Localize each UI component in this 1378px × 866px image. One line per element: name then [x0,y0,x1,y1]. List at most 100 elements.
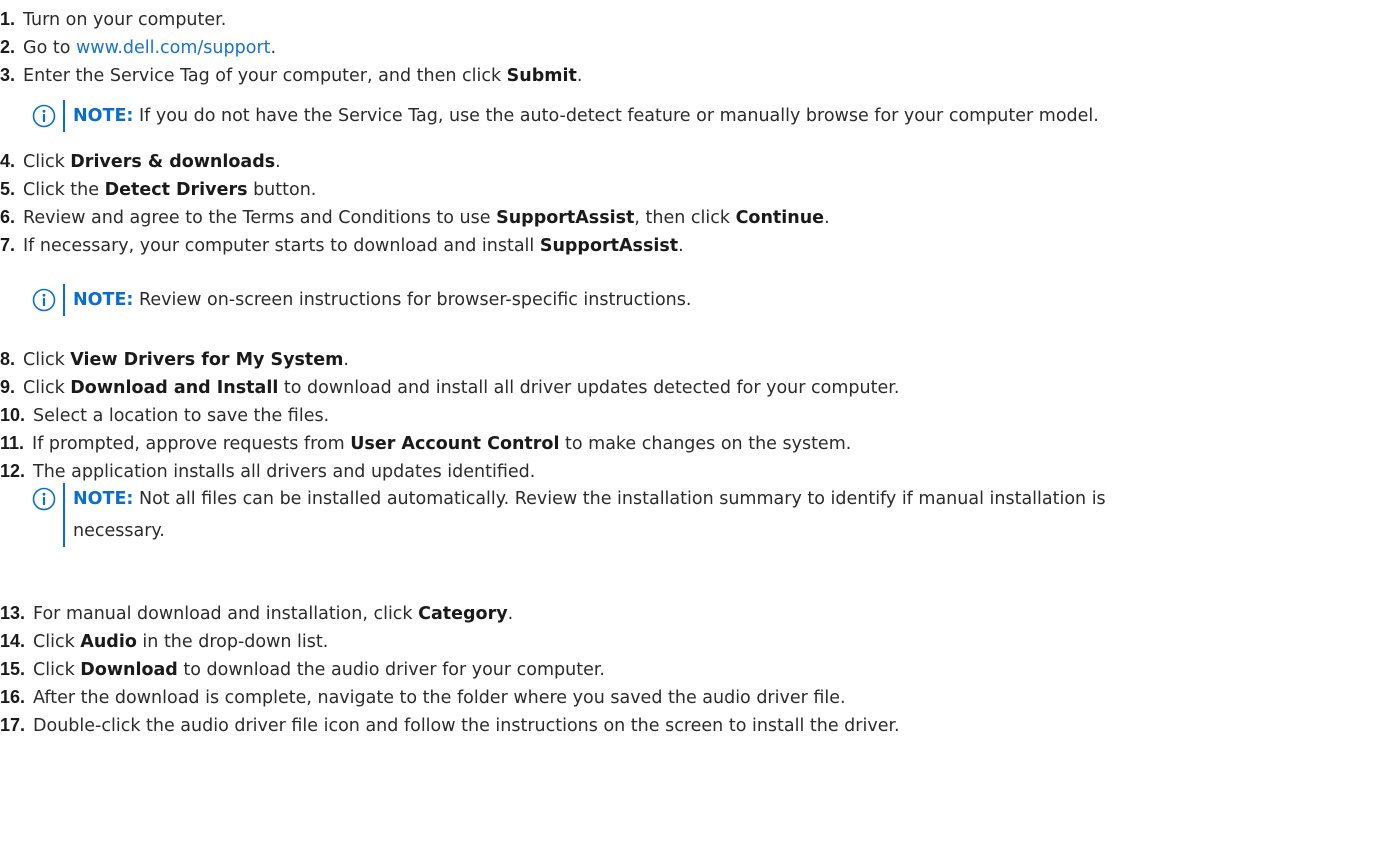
step-number: 5. [0,179,16,199]
step-text: Review and agree to the Terms and Condit… [23,208,830,228]
step-text: After the download is complete, navigate… [33,688,846,708]
step-text-segment: in the drop-down list. [136,632,329,652]
step-number: 14. [0,631,26,651]
note-text: NOTE: If you do not have the Service Tag… [73,100,1099,132]
step-text: Click Audio in the drop-down list. [33,632,328,652]
step-number: 12. [0,461,26,481]
step-number: 4. [0,151,16,171]
step-15: 15. Click Download to download the audio … [0,654,605,684]
step-text-segment: Click [23,152,71,172]
ui-term: View Drivers for My System [70,350,344,370]
ui-term: Detect Drivers [104,180,248,200]
info-icon [32,104,56,128]
step-text-segment: . [343,350,349,370]
step-text-segment: . [678,236,684,256]
note-text: NOTE: Review on-screen instructions for … [73,284,691,316]
step-number: 17. [0,715,26,735]
step-text-segment: Select a location to save the files. [33,406,330,426]
step-text: If prompted, approve requests from User … [32,434,851,454]
step-number: 16. [0,687,26,707]
step-14: 14. Click Audio in the drop-down list. [0,626,328,656]
note-body: Not all files can be installed automatic… [139,489,1106,509]
ui-term: Continue [735,208,825,228]
step-text: Double-click the audio driver file icon … [33,716,900,736]
step-5: 5. Click the Detect Drivers button. [0,174,316,204]
note-label: NOTE: [73,489,134,509]
step-text-segment: The application installs all drivers and… [33,462,536,482]
note-callout: NOTE: Not all files can be installed aut… [32,483,1372,547]
step-number: 3. [0,65,16,85]
step-text-segment: . [275,152,281,172]
note-divider [63,284,65,316]
step-text: Click Download to download the audio dri… [33,660,605,680]
note-divider [63,100,65,132]
note-body: Review on-screen instructions for browse… [139,290,692,310]
step-13: 13. For manual download and installation,… [0,598,513,628]
step-text-segment: to download and install all driver updat… [278,378,900,398]
note-callout: NOTE: Review on-screen instructions for … [32,284,1372,316]
step-text-segment: Click the [23,180,105,200]
note-line: NOTE: Not all files can be installed aut… [73,483,1106,515]
note-text: NOTE: Not all files can be installed aut… [73,483,1106,547]
step-text-segment: After the download is complete, navigate… [33,688,846,708]
step-1: 1. Turn on your computer. [0,4,226,34]
step-text-segment: . [576,66,583,86]
note-line: NOTE: Review on-screen instructions for … [73,284,691,316]
step-4: 4. Click Drivers & downloads. [0,146,281,176]
ui-term: SupportAssist [539,236,679,256]
step-text-segment: Review and agree to the Terms and Condit… [23,208,497,228]
ui-term: Submit [506,66,577,86]
step-number: 15. [0,659,26,679]
info-icon [32,487,56,511]
step-text: Go to www.dell.com/support. [23,38,276,58]
note-body: necessary. [73,521,165,541]
step-text-segment: Double-click the audio driver file icon … [33,716,900,736]
step-8: 8. Click View Drivers for My System. [0,344,349,374]
note-label: NOTE: [73,106,134,126]
note-divider [63,483,65,547]
step-11: 11. If prompted, approve requests from Us… [0,428,851,458]
ui-term: Category [418,604,508,624]
step-text-segment: . [824,208,830,228]
step-text-segment: Click [33,632,81,652]
step-number: 9. [0,377,16,397]
step-text: Click Download and Install to download a… [23,378,899,398]
step-text: Click View Drivers for My System. [23,350,349,370]
note-line: NOTE: If you do not have the Service Tag… [73,100,1099,132]
step-text: Turn on your computer. [23,10,226,30]
step-3: 3. Enter the Service Tag of your computer… [0,60,582,90]
step-text: Enter the Service Tag of your computer, … [23,66,582,86]
step-text: Select a location to save the files. [33,406,329,426]
step-text-segment: If prompted, approve requests from [32,434,351,454]
ui-term: User Account Control [350,434,560,454]
step-text-segment: to make changes on the system. [559,434,852,454]
step-16: 16. After the download is complete, navig… [0,682,846,712]
step-10: 10. Select a location to save the files. [0,400,329,430]
step-9: 9. Click Download and Install to download… [0,372,899,402]
ui-term: Drivers & downloads [70,152,276,172]
step-text: The application installs all drivers and… [33,462,535,482]
step-text-segment: to download the audio driver for your co… [177,660,605,680]
note-label: NOTE: [73,290,134,310]
step-number: 7. [0,235,16,255]
step-number: 2. [0,37,16,57]
step-text-segment: For manual download and installation, cl… [33,604,419,624]
note-line: necessary. [73,515,1106,547]
step-number: 10. [0,405,26,425]
note-callout: NOTE: If you do not have the Service Tag… [32,100,1372,132]
ui-term: Audio [80,632,137,652]
ui-term: SupportAssist [496,208,635,228]
ui-term: Download [80,660,178,680]
step-text: Click the Detect Drivers button. [23,180,316,200]
step-text: Click Drivers & downloads. [23,152,281,172]
support-link[interactable]: www.dell.com/support [76,38,271,58]
step-text: If necessary, your computer starts to do… [23,236,684,256]
step-text-segment: Click [23,378,71,398]
step-text-segment: , then click [634,208,736,228]
step-number: 1. [0,9,16,29]
step-6: 6. Review and agree to the Terms and Cond… [0,202,830,232]
step-number: 6. [0,207,16,227]
step-text-segment: . [507,604,514,624]
info-icon [32,288,56,312]
step-7: 7. If necessary, your computer starts to … [0,230,684,260]
